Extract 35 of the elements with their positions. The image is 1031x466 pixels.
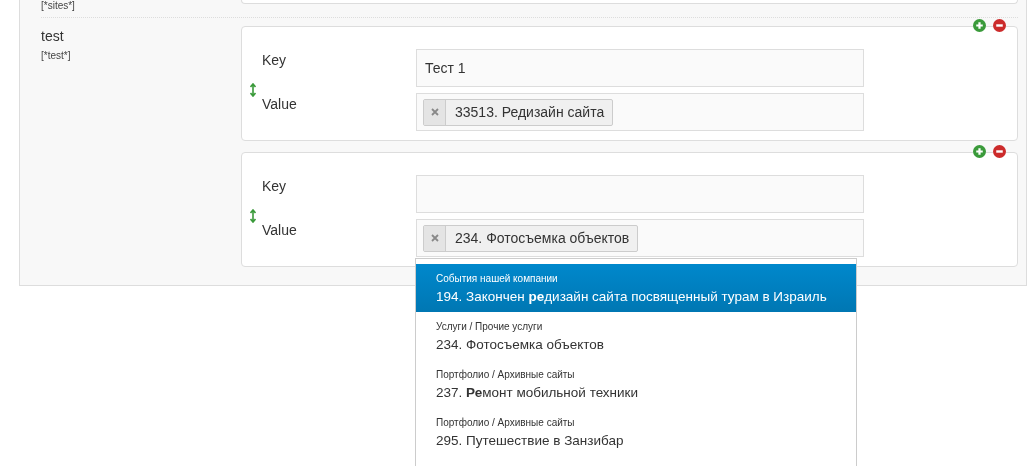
field-tag: [*test*] (41, 50, 241, 62)
tag-text: 234. Фотосъемка объектов (454, 228, 631, 248)
dropdown-option[interactable]: Портфолио / Архивные сайты 237. Ремонт мобильной техники (416, 360, 856, 408)
option-category: Услуги / Прочие услуги (436, 320, 544, 333)
tag-text: 33513. Редизайн сайта (454, 102, 606, 122)
option-title: 295. Путешествие в Занзибар (436, 432, 625, 450)
option-category: Портфолио / Архивные сайты (436, 416, 576, 429)
value-label: Value (262, 95, 298, 113)
remove-icon[interactable] (993, 19, 1006, 32)
value-label: Value (262, 221, 298, 239)
value-input[interactable]: 234. Фотосъемка объектов (416, 219, 864, 257)
value-input[interactable]: 33513. Редизайн сайта (416, 93, 864, 131)
dropdown-option[interactable]: События нашей компании 194. Закончен редизайн сайта посвященный турам в Израиль (416, 264, 856, 312)
remove-tag-button[interactable] (424, 99, 446, 125)
option-category: События нашей компании (436, 272, 559, 285)
drag-handle-icon[interactable] (250, 209, 256, 223)
remove-tag-button[interactable] (424, 225, 446, 251)
option-title: 234. Фотосъемка объектов (436, 336, 605, 354)
field-tag: [*sites*] (41, 0, 241, 12)
close-icon[interactable] (430, 234, 439, 242)
add-icon[interactable] (973, 145, 986, 158)
add-icon[interactable] (973, 19, 986, 32)
key-input[interactable]: Тест 1 (416, 49, 864, 87)
close-icon[interactable] (430, 108, 439, 116)
key-label: Key (262, 177, 288, 195)
option-title: 237. Ремонт мобильной техники (436, 384, 640, 402)
field-label: test (41, 27, 65, 45)
remove-icon[interactable] (993, 145, 1006, 158)
drag-handle-icon[interactable] (250, 83, 256, 97)
dropdown-option[interactable]: Портфолио / Архивные сайты 295. Путешествие в Занзибар (416, 408, 856, 456)
dropdown-option[interactable]: Услуги / Прочие услуги 234. Фотосъемка объектов (416, 312, 856, 360)
key-label: Key (262, 51, 288, 69)
key-input[interactable] (416, 175, 864, 213)
option-title: 194. Закончен редизайн сайта посвященный турам в Израиль (436, 288, 828, 306)
option-category: Портфолио / Архивные сайты (436, 368, 576, 381)
